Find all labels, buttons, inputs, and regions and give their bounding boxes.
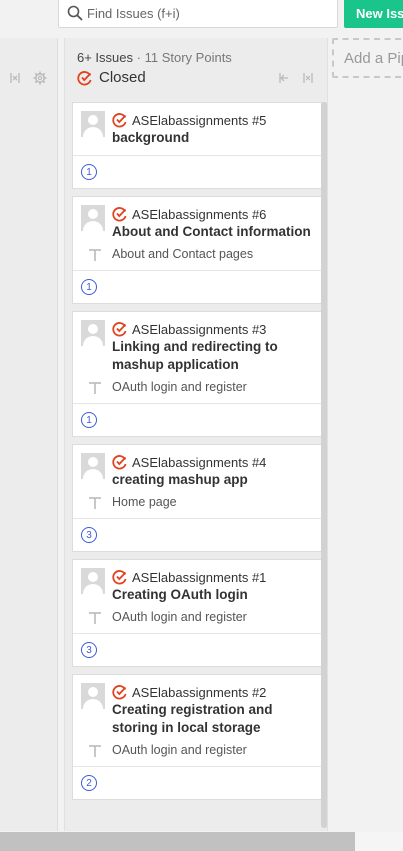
previous-pipeline-column (0, 38, 58, 831)
add-pipeline-label: Add a Pipeline (344, 49, 403, 67)
issue-title[interactable]: Linking and redirecting to mashup applic… (112, 338, 313, 374)
column-meta: 6+ Issues · 11 Story Points (77, 50, 232, 65)
estimate-badge[interactable]: 2 (81, 775, 97, 791)
issue-card[interactable]: ASElabassignments #6 About and Contact i… (72, 196, 322, 304)
closed-issue-icon (77, 70, 92, 85)
epic-label[interactable]: Home page (80, 494, 313, 510)
estimate-badge[interactable]: 3 (81, 642, 97, 658)
issue-count: 6+ Issues (77, 50, 134, 65)
issue-repo-number[interactable]: ASElabassignments #1 (132, 570, 266, 585)
avatar-icon[interactable] (81, 568, 105, 594)
issue-repo-number[interactable]: ASElabassignments #2 (132, 685, 266, 700)
epic-pin-icon (89, 382, 101, 394)
issue-card[interactable]: ASElabassignments #1 Creating OAuth logi… (72, 559, 322, 667)
issue-repo-number[interactable]: ASElabassignments #5 (132, 113, 266, 128)
estimate-badge[interactable]: 3 (81, 527, 97, 543)
estimate-badge[interactable]: 1 (81, 412, 97, 428)
avatar-icon[interactable] (81, 453, 105, 479)
epic-name[interactable]: Home page (112, 495, 177, 509)
avatar-icon[interactable] (81, 683, 105, 709)
epic-label[interactable]: About and Contact pages (80, 246, 313, 262)
avatar-icon[interactable] (81, 111, 105, 137)
settings-icon[interactable] (33, 71, 47, 85)
top-bar: New Issue (0, 0, 403, 30)
search-input[interactable] (87, 5, 327, 21)
issue-repo-number[interactable]: ASElabassignments #6 (132, 207, 266, 222)
epic-name[interactable]: OAuth login and register (112, 743, 247, 757)
collapse-icon[interactable] (8, 71, 22, 85)
column-scrollbar[interactable] (321, 102, 327, 828)
epic-name[interactable]: OAuth login and register (112, 380, 247, 394)
epic-pin-icon (89, 249, 101, 261)
epic-label[interactable]: OAuth login and register (80, 609, 313, 625)
pipeline-column-closed: 6+ Issues · 11 Story Points Closed ASEla… (64, 38, 328, 831)
horizontal-scrollbar[interactable] (0, 832, 403, 851)
avatar-icon[interactable] (81, 320, 105, 346)
new-issue-button[interactable]: New Issue (344, 0, 403, 28)
epic-name[interactable]: OAuth login and register (112, 610, 247, 624)
expand-icon[interactable] (278, 72, 290, 84)
issue-card-list: ASElabassignments #5 background 1 ASElab… (72, 102, 322, 807)
closed-issue-icon (112, 322, 127, 337)
estimate-badge[interactable]: 1 (81, 164, 97, 180)
issue-card[interactable]: ASElabassignments #4 creating mashup app… (72, 444, 322, 552)
closed-issue-icon (112, 455, 127, 470)
issue-card[interactable]: ASElabassignments #3 Linking and redirec… (72, 311, 322, 437)
search-box[interactable] (58, 0, 338, 28)
closed-issue-icon (112, 113, 127, 128)
issue-title[interactable]: creating mashup app (112, 471, 313, 489)
column-title: Closed (99, 69, 146, 86)
issue-card[interactable]: ASElabassignments #5 background 1 (72, 102, 322, 189)
estimate-badge[interactable]: 1 (81, 279, 97, 295)
epic-label[interactable]: OAuth login and register (80, 379, 313, 395)
closed-issue-icon (112, 685, 127, 700)
issue-title[interactable]: background (112, 129, 313, 147)
issue-title[interactable]: Creating OAuth login (112, 586, 313, 604)
story-points: 11 Story Points (144, 50, 232, 65)
column-scrollbar-thumb[interactable] (321, 102, 327, 828)
epic-pin-icon (89, 497, 101, 509)
issue-repo-number[interactable]: ASElabassignments #4 (132, 455, 266, 470)
meta-separator: · (136, 50, 141, 65)
search-icon (67, 5, 83, 21)
closed-issue-icon (112, 570, 127, 585)
column-header: Closed (77, 69, 146, 86)
collapse-icon[interactable] (302, 72, 314, 84)
avatar-icon[interactable] (81, 205, 105, 231)
issue-title[interactable]: About and Contact information (112, 223, 313, 241)
horizontal-scrollbar-thumb[interactable] (0, 832, 355, 851)
epic-pin-icon (89, 745, 101, 757)
add-pipeline-button[interactable]: Add a Pipeline (332, 38, 403, 78)
epic-name[interactable]: About and Contact pages (112, 247, 253, 261)
issue-repo-number[interactable]: ASElabassignments #3 (132, 322, 266, 337)
issue-title[interactable]: Creating registration and storing in loc… (112, 701, 313, 737)
epic-pin-icon (89, 612, 101, 624)
issue-card[interactable]: ASElabassignments #2 Creating registrati… (72, 674, 322, 800)
closed-issue-icon (112, 207, 127, 222)
epic-label[interactable]: OAuth login and register (80, 742, 313, 758)
